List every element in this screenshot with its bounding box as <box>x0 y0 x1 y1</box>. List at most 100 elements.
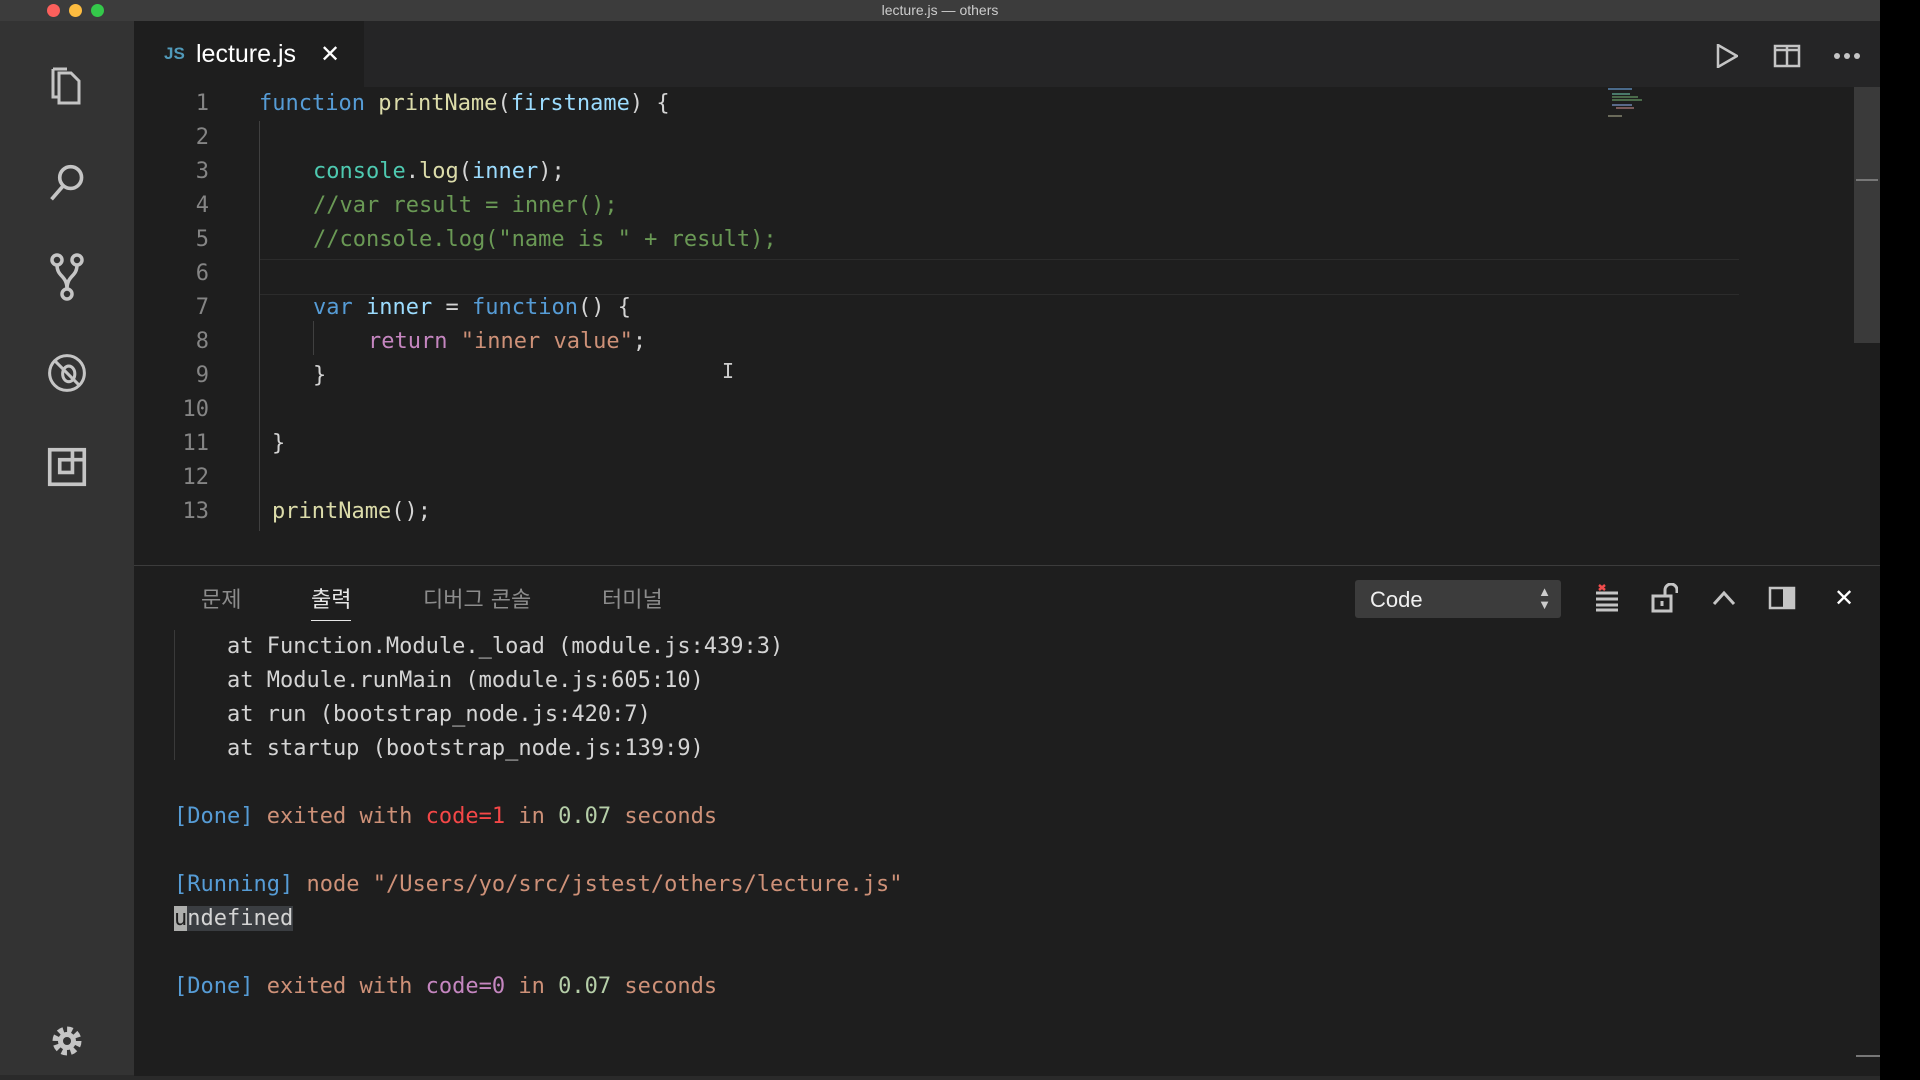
code-line-7: var inner = function() { <box>313 291 631 325</box>
output-text: seconds <box>611 804 718 829</box>
done-tag: [Done] <box>174 804 254 829</box>
select-arrows-icon: ▲ ▼ <box>1538 584 1551 612</box>
output-panel: 문제 출력 디버그 콘솔 터미널 Code ▲ ▼ ✕ at Function.M… <box>134 565 1880 1076</box>
operator-token: = <box>432 295 472 320</box>
overview-ruler-mark <box>1856 179 1878 181</box>
keyword-token: var <box>313 295 353 320</box>
toggle-panel-position-icon[interactable] <box>1764 580 1800 616</box>
running-tag: [Running] <box>174 872 294 897</box>
source-control-icon[interactable] <box>47 253 87 301</box>
close-window-button[interactable] <box>47 4 60 17</box>
more-actions-icon[interactable] <box>1832 41 1862 71</box>
output-text: seconds <box>611 974 718 999</box>
output-result-line: undefined <box>174 902 294 936</box>
keyword-token: return <box>368 329 448 354</box>
elapsed-time: 0.07 <box>558 804 612 829</box>
tab-output[interactable]: 출력 <box>311 582 352 621</box>
file-path: "/Users/yo/src/jstest/others/lecture.js" <box>372 872 903 897</box>
explorer-icon[interactable] <box>47 67 87 107</box>
output-running-line: [Running] node "/Users/yo/src/jstest/oth… <box>174 868 903 902</box>
tab-terminal[interactable]: 터미널 <box>602 582 663 614</box>
output-text: exited with <box>253 974 426 999</box>
punctuation-token: ); <box>538 159 565 184</box>
gear-icon[interactable] <box>47 1021 87 1061</box>
close-icon[interactable]: ✕ <box>320 40 340 68</box>
clear-output-icon[interactable] <box>1589 580 1625 616</box>
output-line: at Module.runMain (module.js:605:10) <box>174 668 704 693</box>
punctuation-token: () { <box>577 295 631 320</box>
tab-problems[interactable]: 문제 <box>201 582 241 614</box>
function-name-token: printName <box>378 91 498 116</box>
punctuation-token: (); <box>391 499 431 524</box>
output-done-line: [Done] exited with code=0 in 0.07 second… <box>174 970 717 1004</box>
output-content[interactable]: at Function.Module._load (module.js:439:… <box>134 630 1880 1076</box>
line-number: 7 <box>195 295 209 320</box>
current-line-highlight <box>259 259 1739 295</box>
maximize-panel-icon[interactable] <box>1706 580 1742 616</box>
close-panel-icon[interactable]: ✕ <box>1826 580 1862 616</box>
line-number: 12 <box>182 465 210 490</box>
screen-edge <box>1880 0 1920 1080</box>
tab-label: lecture.js <box>196 40 297 68</box>
tab-debug-console[interactable]: 디버그 콘솔 <box>423 582 531 614</box>
indent-guide <box>313 321 314 355</box>
output-text: in <box>505 974 559 999</box>
zoom-window-button[interactable] <box>91 4 104 17</box>
line-number: 6 <box>195 261 209 286</box>
code-line-9: } <box>313 363 327 388</box>
line-number: 8 <box>195 329 209 354</box>
search-icon[interactable] <box>47 163 87 203</box>
split-editor-icon[interactable] <box>1772 41 1802 71</box>
code-line-1: function printName(firstname) { <box>259 87 670 121</box>
output-line: at Function.Module._load (module.js:439:… <box>174 634 784 659</box>
editor-scrollbar[interactable] <box>1854 87 1880 343</box>
lock-scroll-icon[interactable] <box>1646 580 1682 616</box>
run-code-icon[interactable] <box>1712 41 1742 71</box>
text-cursor-icon: I <box>722 359 735 383</box>
title-bar: lecture.js — others <box>0 0 1880 21</box>
code-line-4: //var result = inner(); <box>313 193 618 218</box>
minimap[interactable] <box>1604 88 1654 118</box>
variable-token: inner <box>366 295 433 320</box>
punctuation-token: ( <box>497 91 511 116</box>
extensions-icon[interactable] <box>47 447 87 487</box>
code-line-11: } <box>272 431 286 456</box>
minimize-window-button[interactable] <box>69 4 82 17</box>
output-text: in <box>505 804 559 829</box>
output-channel-select[interactable]: Code ▲ ▼ <box>1355 580 1561 618</box>
output-channel-value: Code <box>1370 587 1423 612</box>
param-token: firstname <box>510 91 630 116</box>
function-name-token: log <box>418 159 459 184</box>
result-text: ndefined <box>187 906 294 931</box>
output-line: at run (bootstrap_node.js:420:7) <box>174 702 651 727</box>
line-number: 11 <box>182 431 210 456</box>
line-number: 1 <box>195 91 209 116</box>
line-number: 9 <box>195 363 209 388</box>
window-title: lecture.js — others <box>881 2 999 18</box>
tab-lecture-js[interactable]: JS lecture.js ✕ <box>134 21 364 87</box>
punctuation-token: ; <box>632 329 647 354</box>
string-token: "inner value" <box>460 329 633 354</box>
line-number: 2 <box>195 125 209 150</box>
code-editor[interactable]: 1 2 3 4 5 6 7 8 9 10 11 12 13 function p… <box>134 87 1880 565</box>
code-line-13: printName(); <box>272 495 431 529</box>
indent-guide <box>259 121 260 531</box>
line-number: 13 <box>182 499 210 524</box>
function-name-token: printName <box>272 499 392 524</box>
debug-icon[interactable] <box>47 353 87 393</box>
code-line-8: return "inner value"; <box>368 325 646 359</box>
exit-code: code=0 <box>425 974 506 999</box>
line-number: 10 <box>182 397 210 422</box>
object-token: console <box>313 159 406 184</box>
output-text: node <box>293 872 373 897</box>
line-number: 5 <box>195 227 209 252</box>
done-tag: [Done] <box>174 974 254 999</box>
keyword-token: function <box>471 295 578 320</box>
code-line-3: console.log(inner); <box>313 155 565 189</box>
output-line: at startup (bootstrap_node.js:139:9) <box>174 736 704 761</box>
punctuation-token: . <box>405 159 419 184</box>
activity-bar <box>0 21 134 1075</box>
